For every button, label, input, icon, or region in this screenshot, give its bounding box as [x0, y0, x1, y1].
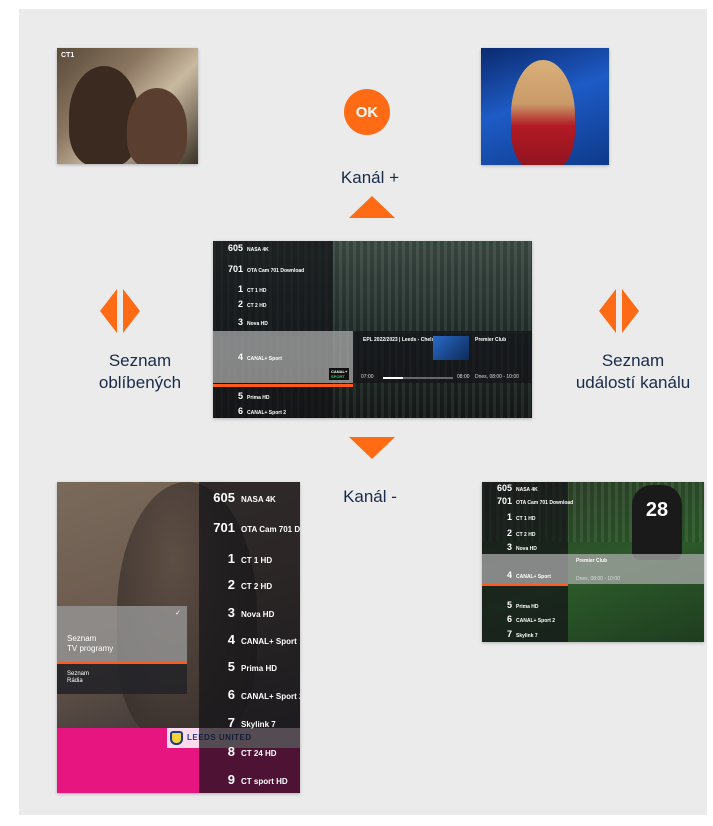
time-end: 08:00 [457, 374, 470, 380]
event-title: EPL 2022/2023 | Leeds - Chelsea [363, 337, 440, 343]
list-item[interactable]: 605 NASA 4K [199, 490, 276, 505]
list-item[interactable]: 1 CT 1 HD [213, 284, 266, 294]
time-start: 07:00 [361, 374, 374, 380]
list-item[interactable]: 2 CT 2 HD [199, 577, 272, 592]
list-item[interactable]: 5 Prima HD [199, 659, 277, 674]
list-item[interactable]: 6 CANAL+ Sport 2 [199, 687, 300, 702]
list-item[interactable]: 701OTA Cam 701 Down [199, 520, 300, 535]
screenshot-list-menu: ✓ SeznamTV programy SeznamRádia LEEDS UN… [57, 482, 300, 793]
next-event-time: Dnes, 08:00 - 10:00 [475, 374, 519, 380]
left-right-arrows-icon [599, 289, 639, 333]
ok-button-icon: OK [344, 89, 390, 135]
person-right-figure [127, 88, 187, 164]
screenshot-event-list: 28 605 NASA 4K 701 OTA Cam 701 Download 1C… [482, 482, 704, 642]
list-item[interactable]: 6 CANAL+ Sport 2 [482, 614, 555, 624]
list-item[interactable]: 7 Skylink 7 [482, 629, 538, 639]
news-anchor-figure [511, 60, 575, 165]
list-item-selected[interactable]: 4 CANAL+ Sport [482, 570, 551, 580]
list-item[interactable]: 7 Skylink 7 [199, 715, 276, 730]
list-item[interactable]: 3 Nova HD [213, 317, 268, 327]
arrow-up-icon [349, 196, 395, 218]
screenshot-channel-list: 605 NASA 4K 701 OTA Cam 701 Download 1 CT 1… [213, 241, 532, 418]
left-right-arrows-icon [100, 289, 140, 333]
channel-down-label: Kanál - [343, 487, 397, 506]
channel-up-label: Kanál + [340, 168, 400, 187]
list-item[interactable]: 2 CT 2 HD [482, 528, 535, 538]
favorites-list-label: Seznam oblíbených [98, 351, 182, 392]
list-item[interactable]: 3 Nova HD [482, 542, 537, 552]
list-item[interactable]: 3 Nova HD [199, 605, 275, 620]
channel-list: 605NASA 4K 701OTA Cam 701 Down 1CT 1 HD … [199, 482, 300, 793]
player-jersey: 28 [632, 485, 682, 560]
list-item[interactable]: 5 Prima HD [213, 391, 270, 401]
progress-bar [383, 377, 453, 379]
screenshot-news [481, 48, 609, 165]
list-item[interactable]: 605 NASA 4K [213, 243, 269, 253]
next-event-time: Dnes, 08:00 - 10:00 [576, 576, 620, 582]
canal-sport-badge: CANAL+ SPORT [329, 368, 350, 380]
next-event-title: Premier Club [475, 337, 507, 343]
arrow-down-icon [349, 437, 395, 459]
screenshot-tv-film: CT1 [57, 48, 198, 164]
list-item[interactable]: 2 CT 2 HD [213, 299, 266, 309]
list-item[interactable]: 8 CT 24 HD [199, 744, 277, 759]
check-icon: ✓ [175, 610, 181, 617]
list-item[interactable]: 1 CT 1 HD [482, 512, 535, 522]
list-item[interactable]: 4 CANAL+ Sport [199, 632, 297, 647]
list-item[interactable]: 6 CANAL+ Sport 2 [213, 406, 286, 416]
list-item[interactable]: 1 CT 1 HD [199, 551, 272, 566]
channel-logo: CT1 [61, 52, 75, 59]
list-item[interactable]: 5 Prima HD [482, 600, 539, 610]
list-item[interactable]: 605 NASA 4K [482, 483, 538, 493]
channel-events-label: Seznam událostí kanálu [575, 351, 691, 392]
list-item-selected[interactable]: 4 CANAL+ Sport [213, 352, 282, 362]
list-item[interactable]: 701 OTA Cam 701 Download [213, 264, 304, 274]
list-item[interactable]: 9 CT sport HD [199, 772, 288, 787]
list-item[interactable]: 701 OTA Cam 701 Download [482, 496, 573, 506]
leeds-crest-icon [170, 731, 183, 745]
event-title: Premier Club [576, 558, 608, 564]
event-thumbnail [433, 336, 469, 360]
